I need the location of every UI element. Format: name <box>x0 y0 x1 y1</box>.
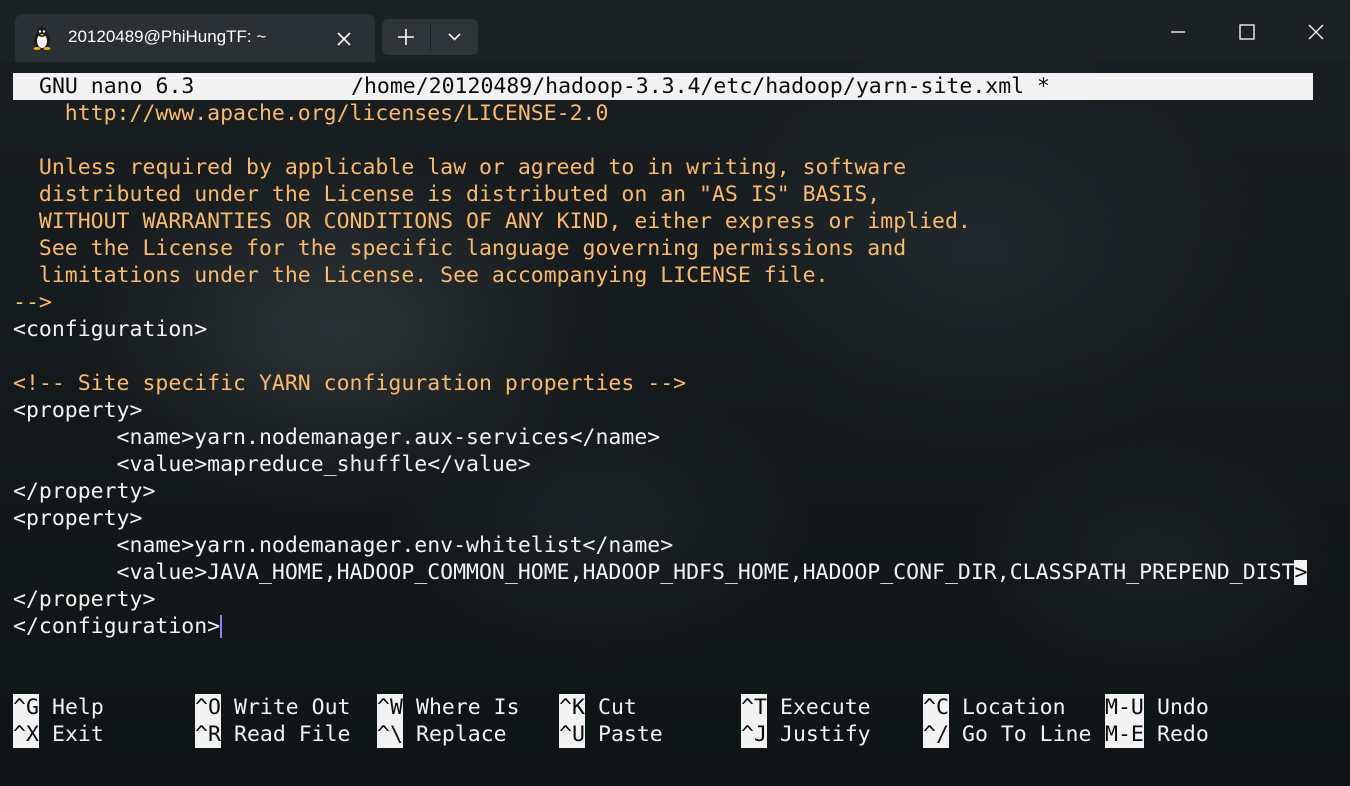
plus-icon[interactable] <box>382 19 430 55</box>
linux-penguin-icon <box>33 27 51 50</box>
code-line: <name>yarn.nodemanager.env-whitelist</na… <box>13 533 674 558</box>
code-line: --> <box>13 290 52 315</box>
shortcut-key[interactable]: ^\ <box>377 721 403 748</box>
code-line: http://www.apache.org/licenses/LICENSE-2… <box>13 101 609 126</box>
shortcut-help[interactable]: Help <box>52 694 104 721</box>
code-line: <property> <box>13 398 143 423</box>
shortcut-where-is[interactable]: Where Is <box>416 694 520 721</box>
shortcut-read-file[interactable]: Read File <box>234 721 351 748</box>
nano-version: GNU nano 6.3 <box>39 74 195 99</box>
code-line: <name>yarn.nodemanager.aux-services</nam… <box>13 425 661 450</box>
shortcut-key[interactable]: ^C <box>923 694 949 721</box>
shortcut-exit[interactable]: Exit <box>52 721 104 748</box>
code-line: <!-- Site specific YARN configuration pr… <box>13 371 687 396</box>
shortcut-location[interactable]: Location <box>962 694 1066 721</box>
tab-title: 20120489@PhiHungTF: ~ <box>68 27 267 46</box>
shortcut-replace[interactable]: Replace <box>416 721 507 748</box>
new-tab-group <box>382 19 478 55</box>
shortcut-paste[interactable]: Paste <box>598 721 663 748</box>
code-line: <configuration> <box>13 317 208 342</box>
shortcut-key[interactable]: ^X <box>13 721 39 748</box>
shortcut-key[interactable]: ^O <box>195 694 221 721</box>
shortcut-key[interactable]: ^K <box>559 694 585 721</box>
shortcut-key[interactable]: M-E <box>1105 721 1144 748</box>
code-line: </configuration> <box>13 614 221 639</box>
shortcut-cut[interactable]: Cut <box>598 694 637 721</box>
maximize-icon[interactable] <box>1224 10 1270 54</box>
code-line-text: <value>JAVA_HOME,HADOOP_COMMON_HOME,HADO… <box>13 560 1295 585</box>
shortcut-key[interactable]: ^/ <box>923 721 949 748</box>
code-line: <property> <box>13 506 143 531</box>
shortcut-go-to-line[interactable]: Go To Line <box>962 721 1091 748</box>
code-line: <value>mapreduce_shuffle</value> <box>13 452 531 477</box>
minimize-icon[interactable] <box>1155 10 1201 54</box>
code-line: distributed under the License is distrib… <box>13 182 881 207</box>
file-path: /home/20120489/hadoop-3.3.4/etc/hadoop/y… <box>351 74 1050 99</box>
code-line: WITHOUT WARRANTIES OR CONDITIONS OF ANY … <box>13 209 971 234</box>
shortcut-redo[interactable]: Redo <box>1157 721 1209 748</box>
shortcut-key[interactable]: ^U <box>559 721 585 748</box>
code-line: Unless required by applicable law or agr… <box>13 155 907 180</box>
shortcut-key[interactable]: ^G <box>13 694 39 721</box>
shortcut-write-out[interactable]: Write Out <box>234 694 351 721</box>
shortcut-undo[interactable]: Undo <box>1157 694 1209 721</box>
shortcut-justify[interactable]: Justify <box>780 721 871 748</box>
nano-header-bar: GNU nano 6.3/home/20120489/hadoop-3.3.4/… <box>13 73 1313 100</box>
shortcut-key[interactable]: M-U <box>1105 694 1144 721</box>
shortcut-key[interactable]: ^J <box>741 721 767 748</box>
code-line: </property> <box>13 479 156 504</box>
code-line: <value>JAVA_HOME,HADOOP_COMMON_HOME,HADO… <box>13 559 1308 586</box>
line-overflow-marker: > <box>1294 560 1308 585</box>
code-line: See the License for the specific languag… <box>13 236 907 261</box>
text-cursor <box>220 615 222 638</box>
shortcut-execute[interactable]: Execute <box>780 694 871 721</box>
close-tab-icon[interactable] <box>333 28 355 50</box>
shortcut-key[interactable]: ^R <box>195 721 221 748</box>
code-line: limitations under the License. See accom… <box>13 263 829 288</box>
shortcut-key[interactable]: ^T <box>741 694 767 721</box>
close-icon[interactable] <box>1293 10 1339 54</box>
shortcut-key[interactable]: ^W <box>377 694 403 721</box>
title-bar: 20120489@PhiHungTF: ~ <box>0 0 1350 62</box>
terminal-tab[interactable]: 20120489@PhiHungTF: ~ <box>15 14 375 62</box>
code-line: </property> <box>13 587 156 612</box>
chevron-down-icon[interactable] <box>431 19 478 55</box>
